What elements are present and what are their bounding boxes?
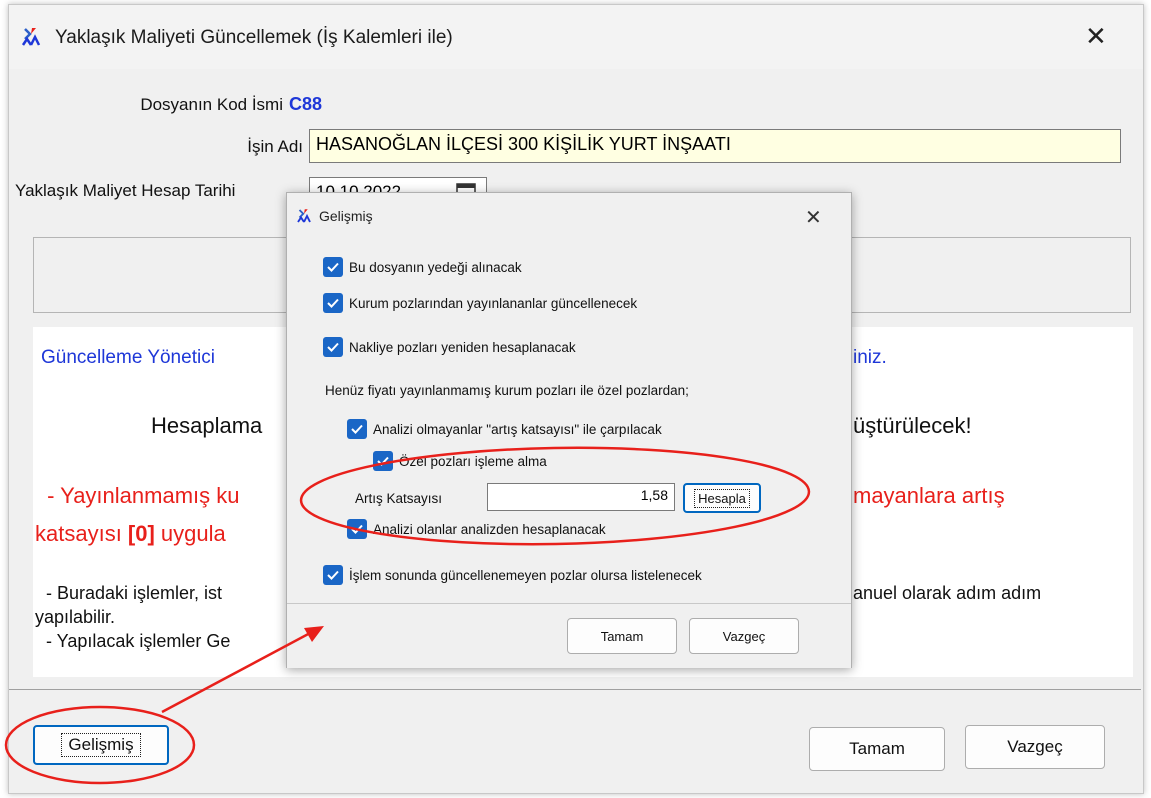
annotation-overlay: [4, 446, 811, 785]
annotation-ellipse-coefficient: [299, 446, 811, 546]
annotation-ellipse-advanced: [4, 705, 196, 785]
annotation-arrow-line: [161, 630, 313, 714]
